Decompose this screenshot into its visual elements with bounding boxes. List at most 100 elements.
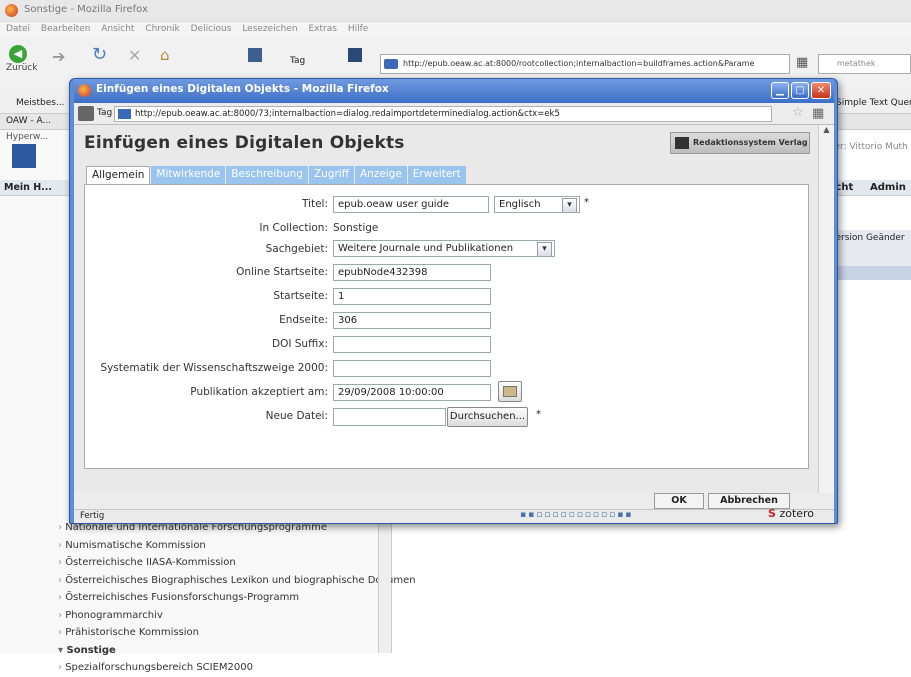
tab-zugriff[interactable]: Zugriff <box>308 166 354 184</box>
sachgebiet-value: Weitere Journale und Publikationen <box>338 243 514 254</box>
tree-item[interactable]: Prähistorische Kommission <box>58 624 416 642</box>
tree-item[interactable]: Österreichisches Biographisches Lexikon … <box>58 572 415 590</box>
user-label: ier: Vittorio Muth <box>832 142 908 152</box>
calendar-icon <box>503 386 517 397</box>
bookmark-simple-text-query[interactable]: Simple Text Query V <box>836 98 911 108</box>
sachgebiet-label: Sachgebiet: <box>265 243 328 255</box>
tree-item[interactable]: Spezialforschungsbereich SCIEM2000 <box>58 659 416 677</box>
file-path-input[interactable] <box>333 408 446 426</box>
titel-input[interactable]: epub.oeaw user guide <box>333 196 489 213</box>
maximize-button[interactable]: ▢ <box>791 82 809 99</box>
col-admin: Admin <box>870 182 906 193</box>
dialog-title: Einfügen eines Digitalen Objekts - Mozil… <box>96 83 389 95</box>
tab-anzeige[interactable]: Anzeige <box>354 166 407 184</box>
browser-url: http://epub.oeaw.ac.at:8000/rootcollecti… <box>403 59 755 68</box>
tab-beschreibung[interactable]: Beschreibung <box>226 166 308 184</box>
collection-label: In Collection: <box>259 222 328 234</box>
calendar-button[interactable] <box>498 381 522 402</box>
tree-item[interactable]: Österreichisches Fusionsforschungs-Progr… <box>58 589 416 607</box>
neue-datei-label: Neue Datei: <box>265 410 328 422</box>
dialog-url-field[interactable]: http://epub.oeaw.ac.at:8000/73;internalb… <box>114 106 772 122</box>
dialog-url: http://epub.oeaw.ac.at:8000/73;internalb… <box>135 109 560 119</box>
required-marker: * <box>584 197 589 208</box>
brand-badge: Redaktionssystem Verlag <box>670 132 810 154</box>
page-action-icon[interactable]: ▦ <box>796 55 808 70</box>
brand-label: Redaktionssystem Verlag <box>693 138 808 147</box>
bookmarks-icon[interactable] <box>248 48 262 62</box>
titel-label: Titel: <box>301 198 328 210</box>
menu-chronik[interactable]: Chronik <box>145 24 179 34</box>
browser-titlebar: Sonstige - Mozilla Firefox <box>0 0 911 22</box>
publikation-date-input[interactable]: 29/09/2008 10:00:00 <box>333 384 491 401</box>
reload-icon[interactable]: ↻ <box>92 44 107 65</box>
dialog-site-icon <box>118 109 131 119</box>
hyper-label: Hyperw... <box>6 132 49 142</box>
dialog-star-icon[interactable]: ☆ <box>792 105 804 120</box>
systematik-label: Systematik der Wissenschaftszweige 2000: <box>100 362 328 374</box>
startseite-input[interactable]: 1 <box>333 288 491 305</box>
menu-bearbeiten[interactable]: Bearbeiten <box>41 24 90 34</box>
menu-lesezeichen[interactable]: Lesezeichen <box>242 24 297 34</box>
menu-datei[interactable]: Datei <box>6 24 30 34</box>
forward-icon[interactable]: ➔ <box>52 47 65 66</box>
firefox-icon <box>5 4 18 17</box>
menu-ansicht[interactable]: Ansicht <box>101 24 134 34</box>
right-table-row: Version Geänder <box>828 230 911 266</box>
bookmark-meistbesucht[interactable]: Meistbes... <box>16 98 65 108</box>
menu-delicious[interactable]: Delicious <box>191 24 232 34</box>
sidebar-icon[interactable] <box>348 48 362 62</box>
portal-logo <box>12 144 36 168</box>
close-button[interactable]: ✕ <box>811 82 831 99</box>
dialog-tag-icon[interactable] <box>78 106 94 121</box>
menu-hilfe[interactable]: Hilfe <box>348 24 368 34</box>
tab-allgemein[interactable]: Allgemein <box>86 166 151 185</box>
back-button[interactable]: ◀ Zurück <box>6 45 37 73</box>
online-startseite-input[interactable]: epubNode432398 <box>333 264 491 281</box>
tab-bar: Allgemein Mitwirkende Beschreibung Zugriff A… <box>86 166 467 185</box>
status-addon-icons[interactable]: ▪▪▫▫▫▫▫▫▫▫▫▫▪▪ <box>520 510 760 521</box>
right-table-row-2 <box>828 266 911 280</box>
scroll-up-icon[interactable]: ▲ <box>819 125 834 137</box>
tree-scrollbar[interactable] <box>378 519 391 653</box>
back-arrow-icon: ◀ <box>9 45 27 63</box>
tree-item[interactable]: Österreichische IIASA-Kommission <box>58 554 416 572</box>
search-input[interactable]: metathek <box>818 54 911 74</box>
file-required-marker: * <box>536 409 541 420</box>
dialog-page-icon[interactable]: ▦ <box>812 106 824 121</box>
browse-button[interactable]: Durchsuchen... <box>447 407 528 427</box>
doi-suffix-input[interactable] <box>333 336 491 353</box>
sachgebiet-select[interactable]: Weitere Journale und Publikationen <box>333 240 555 257</box>
browser-tab[interactable]: ÖAW - A... <box>6 116 64 126</box>
tree-item[interactable]: Phonogrammarchiv <box>58 607 416 625</box>
collection-value: Sonstige <box>333 222 379 234</box>
systematik-input[interactable] <box>333 360 491 377</box>
status-text: Fertig <box>80 511 105 521</box>
dialog-tag-button[interactable]: Tag <box>97 108 112 118</box>
browser-menubar: Datei Bearbeiten Ansicht Chronik Delicio… <box>0 22 911 38</box>
language-value: Englisch <box>499 199 541 210</box>
browser-title: Sonstige - Mozilla Firefox <box>24 4 148 15</box>
home-icon[interactable]: ⌂ <box>160 46 170 64</box>
tab-mitwirkende[interactable]: Mitwirkende <box>151 166 226 184</box>
site-icon <box>384 59 398 69</box>
zotero-text: zotero <box>779 507 815 520</box>
tree-item[interactable]: Numismatische Kommission <box>58 537 416 555</box>
browser-url-bar[interactable]: http://epub.oeaw.ac.at:8000/rootcollecti… <box>380 54 790 74</box>
ok-button[interactable]: OK <box>654 493 704 509</box>
dialog-scrollbar[interactable]: ▲ <box>818 125 834 493</box>
search-placeholder: metathek <box>837 59 876 68</box>
doi-suffix-label: DOI Suffix: <box>271 338 328 350</box>
zotero-label[interactable]: S zotero <box>768 507 814 520</box>
endseite-input[interactable]: 306 <box>333 312 491 329</box>
endseite-label: Endseite: <box>279 314 328 326</box>
stop-icon[interactable]: ✕ <box>128 46 141 65</box>
menu-extras[interactable]: Extras <box>308 24 336 34</box>
bg-tag-button[interactable]: Tag <box>290 56 305 66</box>
publikation-label: Publikation akzeptiert am: <box>190 386 328 398</box>
online-startseite-label: Online Startseite: <box>236 266 328 278</box>
dialog-titlebar[interactable]: Einfügen eines Digitalen Objekts - Mozil… <box>74 79 834 103</box>
language-select[interactable]: Englisch <box>494 196 580 213</box>
tree-item-current[interactable]: Sonstige <box>58 642 416 660</box>
tab-erweitert[interactable]: Erweitert <box>407 166 466 184</box>
minimize-button[interactable]: ▁ <box>771 82 789 99</box>
